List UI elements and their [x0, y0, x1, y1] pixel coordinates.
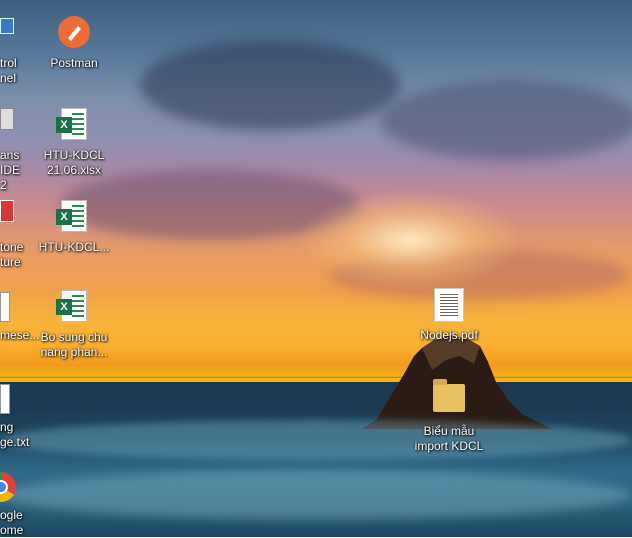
control-panel-icon [0, 18, 14, 34]
desktop-icon-label: ogle ome [0, 508, 24, 537]
excel-icon: X [56, 290, 87, 322]
cloud [380, 80, 632, 160]
desktop-icon-label: HTU-KDCL 21.06.xlsx [43, 148, 105, 177]
desktop-icon-bo-sung[interactable]: X Bo sung chu nang phan... [32, 290, 116, 360]
desktop-icon-label: ng ge.txt [0, 420, 30, 449]
desktop-icon-bieu-mau[interactable]: Biểu mẫu import KDCL [407, 378, 491, 454]
excel-icon: X [56, 200, 87, 232]
desktop-icon-label: HTU-KDCL... [38, 240, 110, 254]
document-icon [0, 292, 10, 322]
netbeans-icon [0, 108, 14, 130]
text-file-icon [0, 384, 10, 414]
sun-glow [300, 190, 520, 290]
wave [0, 470, 632, 520]
desktop-icon-label: Bo sung chu nang phan... [40, 330, 108, 359]
desktop-icon-label: Biểu mẫu import KDCL [414, 424, 484, 453]
desktop-icon-label: Nodejs.pdf [420, 328, 478, 342]
desktop-icon-htu-kdcl[interactable]: X HTU-KDCL... [32, 200, 116, 255]
desktop-icon-ge-txt[interactable]: ng ge.txt [0, 384, 40, 450]
desktop-icon-label: Postman [50, 56, 98, 70]
desktop-icon-chrome[interactable]: ogle ome [0, 472, 40, 538]
desktop-icon-htu-kdcl-21[interactable]: X HTU-KDCL 21.06.xlsx [32, 108, 116, 178]
folder-icon [433, 379, 465, 412]
wave [0, 420, 632, 460]
excel-icon: X [56, 108, 87, 140]
app-icon [0, 200, 14, 222]
postman-icon [58, 16, 90, 48]
desktop-icon-postman[interactable]: Postman [32, 16, 116, 71]
pdf-icon [434, 288, 464, 322]
chrome-icon [0, 472, 16, 502]
desktop-icon-nodejs-pdf[interactable]: Nodejs.pdf [407, 288, 491, 343]
cloud [140, 40, 400, 130]
desktop-wallpaper [0, 0, 632, 537]
